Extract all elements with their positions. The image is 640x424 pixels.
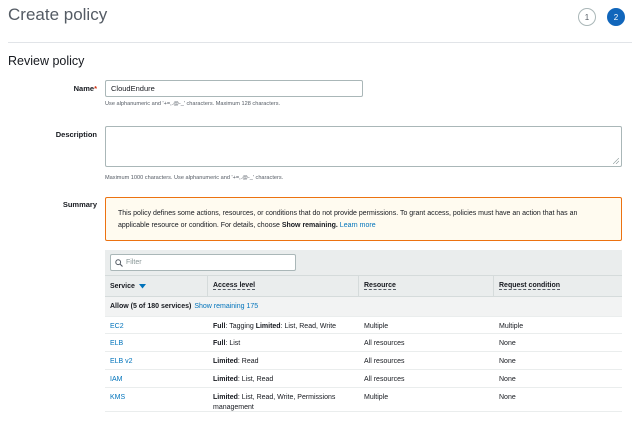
access-strong: Full (213, 340, 226, 347)
name-input[interactable]: CloudEndure (105, 80, 363, 97)
filter-placeholder: Filter (126, 259, 142, 266)
access-text: : List, Read (237, 376, 274, 383)
access-text: : List (225, 340, 241, 347)
condition-cell: None (499, 358, 516, 365)
filter-bar: Filter (105, 250, 622, 276)
column-resource[interactable]: Resource (359, 276, 494, 296)
access-level-cell: Full: List (208, 334, 359, 351)
column-resource-label: Resource (364, 282, 396, 290)
page-title: Create policy (8, 5, 108, 24)
description-hint: Maximum 1000 characters. Use alphanumeri… (105, 175, 284, 181)
show-remaining-link[interactable]: Show remaining 175 (194, 303, 258, 310)
policy-summary-table: Filter Service Access level Resource Req… (105, 250, 622, 412)
resource-cell: All resources (364, 358, 405, 365)
table-row: KMS Limited: List, Read, Write, Permissi… (105, 388, 622, 412)
access-strong: Limited (213, 376, 238, 383)
header-divider (8, 42, 632, 43)
access-strong: Limited (255, 323, 281, 330)
access-strong: Limited (213, 394, 238, 401)
learn-more-link[interactable]: Learn more (340, 222, 376, 229)
allow-group-label: Allow (5 of 180 services) (110, 303, 192, 310)
access-level-cell: Full: Tagging Limited: List, Read, Write (208, 317, 359, 333)
sort-down-icon[interactable] (138, 283, 146, 289)
warning-bold: Show remaining. (281, 222, 338, 229)
condition-cell: Multiple (499, 323, 524, 330)
service-link[interactable]: EC2 (105, 317, 208, 333)
name-label-text: Name (73, 84, 95, 93)
service-link[interactable]: IAM (105, 370, 208, 387)
allow-group-row: Allow (5 of 180 services) Show remaining… (105, 297, 622, 317)
access-strong: Full (213, 323, 226, 330)
service-link[interactable]: ELB v2 (105, 352, 208, 369)
section-title: Review policy (8, 54, 85, 68)
resource-cell: Multiple (364, 394, 389, 401)
column-request-condition-label: Request condition (499, 282, 561, 290)
service-link[interactable]: ELB (105, 334, 208, 351)
resource-cell: All resources (364, 340, 405, 347)
table-row: IAM Limited: List, Read All resources No… (105, 370, 622, 388)
resize-grip-icon[interactable] (613, 158, 619, 164)
access-level-cell: Limited: Read (208, 352, 359, 369)
resource-cell: Multiple (364, 323, 389, 330)
table-row: ELB v2 Limited: Read All resources None (105, 352, 622, 370)
access-strong: Limited (213, 358, 238, 365)
column-access-level[interactable]: Access level (208, 276, 359, 296)
condition-cell: None (499, 394, 516, 401)
summary-label: Summary (62, 200, 97, 209)
step-1-indicator[interactable]: 1 (578, 8, 596, 26)
service-link[interactable]: KMS (105, 388, 208, 411)
access-level-cell: Limited: List, Read, Write, Permissions … (208, 388, 359, 411)
description-textarea[interactable] (105, 126, 622, 167)
filter-input[interactable]: Filter (110, 254, 296, 271)
access-text: : List, Read, Write (280, 323, 337, 330)
description-label: Description (55, 130, 97, 139)
column-service[interactable]: Service (105, 276, 208, 296)
resource-cell: All resources (364, 376, 405, 383)
required-mark: * (94, 84, 97, 93)
access-level-cell: Limited: List, Read (208, 370, 359, 387)
column-access-level-label: Access level (213, 282, 256, 290)
condition-cell: None (499, 340, 516, 347)
column-request-condition[interactable]: Request condition (494, 276, 622, 296)
column-service-label: Service (110, 282, 135, 290)
table-header: Service Access level Resource Request co… (105, 276, 622, 297)
step-2-indicator[interactable]: 2 (607, 8, 625, 26)
warning-alert: This policy defines some actions, resour… (105, 197, 622, 241)
access-text: : Read (237, 358, 259, 365)
access-text: : Tagging (225, 323, 256, 330)
name-label: Name* (0, 84, 97, 93)
table-row: EC2 Full: Tagging Limited: List, Read, W… (105, 317, 622, 334)
table-row: ELB Full: List All resources None (105, 334, 622, 352)
condition-cell: None (499, 376, 516, 383)
search-icon (115, 258, 123, 267)
name-hint: Use alphanumeric and '+=,.@-_' character… (105, 101, 281, 107)
